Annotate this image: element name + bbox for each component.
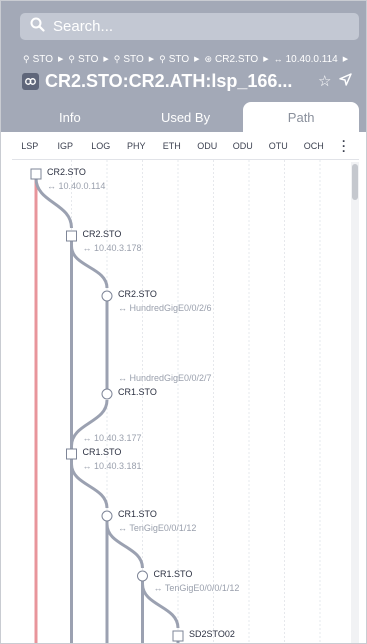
path-diagram — [30, 160, 321, 643]
location-pin-icon: ⚲ — [159, 53, 166, 64]
interface-node-circle[interactable] — [101, 388, 113, 400]
node-name: CR1.STO — [118, 509, 157, 519]
node-name: CR1.STO — [82, 447, 122, 457]
breadcrumb-label: CR2.STO — [215, 53, 259, 65]
device-node-square[interactable] — [172, 630, 184, 642]
breadcrumb-item[interactable]: ⚲ STO — [23, 54, 53, 65]
node-name: CR1.STO — [153, 569, 193, 579]
breadcrumb-label: STO — [32, 53, 53, 65]
path-panel: LSP IGP LOG PHY ETH ODU ODU OTU OCH · · · … — [12, 132, 359, 643]
tab-path[interactable]: Path — [243, 102, 360, 132]
tab-info[interactable]: Info — [12, 102, 128, 132]
favorite-star-icon[interactable]: ☆ — [318, 72, 331, 90]
device-node-square[interactable] — [66, 230, 77, 242]
search-input[interactable] — [53, 18, 343, 35]
breadcrumb-item[interactable]: ⚲ STO — [114, 54, 144, 65]
breadcrumb-item[interactable]: ⊛ CR2.STO — [205, 54, 259, 65]
scrollbar-thumb[interactable] — [352, 164, 358, 200]
chevron-right-icon: ▶ — [148, 56, 155, 63]
breadcrumb: ⚲ STO ▶ ⚲ STO ▶ ⚲ STO ▶ ⚲ STO ▶ ⊛ CR2.STO ▶ ↔ 10.40.0.11… — [23, 53, 353, 65]
path-view-window: ⚲STO▶⚲STO▶⚲STO▶⚲STO▶⊛CR2.STO▶↔10.40.0.11… — [0, 0, 367, 644]
title-row: CR2.STO:CR2.ATH:lsp_166... ☆ — [22, 69, 362, 93]
scrollbar[interactable] — [351, 162, 359, 643]
interface-node-circle[interactable] — [101, 510, 113, 522]
location-pin-icon: ⚲ — [23, 53, 30, 64]
page-title: CR2.STO:CR2.ATH:lsp_166... — [45, 70, 293, 91]
node-detail: ↔ TenGigE0/0/0/1/12 — [153, 583, 240, 593]
breadcrumb-label: STO — [123, 53, 144, 65]
header: ⚲STO▶⚲STO▶⚲STO▶⚲STO▶⊛CR2.STO▶↔10.40.0.11… — [1, 1, 366, 132]
location-pin-icon: ⚲ — [113, 53, 121, 64]
node-name: CR1.STO — [118, 387, 157, 397]
node-detail-above: ↔ 10.40.3.177 — [82, 433, 142, 443]
breadcrumb-label: STO — [77, 53, 99, 65]
node-detail: ↔ 10.40.3.181 — [82, 461, 142, 471]
chevron-right-icon: ▶ — [57, 56, 64, 63]
location-pin-icon: ⚲ — [68, 53, 75, 64]
router-icon: ⊛ — [204, 53, 213, 64]
chevron-right-icon: ▶ — [263, 56, 269, 63]
node-name: CR2.STO — [118, 289, 157, 299]
node-name: SD2STO02 — [189, 629, 235, 639]
node-detail: ↔ 10.40.3.178 — [82, 243, 142, 253]
tab-used-by[interactable]: Used By — [128, 102, 244, 132]
link-icon — [22, 72, 39, 90]
search-icon — [30, 17, 45, 37]
breadcrumb-label: STO — [168, 53, 190, 65]
device-node-square[interactable] — [66, 448, 77, 460]
breadcrumb-item[interactable]: ⚲ STO — [68, 54, 98, 65]
device-node-square[interactable] — [30, 168, 42, 180]
chevron-right-icon: ▶ — [103, 56, 109, 63]
node-detail: ↔ HundredGigE0/0/2/7 — [118, 373, 212, 383]
tab-bar: Info Used By Path — [12, 102, 360, 132]
breadcrumb-item[interactable]: ⚲ STO — [159, 54, 189, 65]
node-name: CR2.STO — [82, 229, 122, 239]
link-arrows-icon: ↔ — [273, 54, 283, 64]
node-detail: ↔ TenGigE0/0/1/12 — [118, 523, 197, 533]
interface-node-circle[interactable] — [137, 570, 148, 582]
interface-node-circle[interactable] — [101, 290, 113, 302]
node-detail: ↔ HundredGigE0/0/2/6 — [118, 303, 212, 313]
breadcrumb-label: 10.40.0.114 — [285, 53, 338, 65]
node-name: CR2.STO — [47, 167, 86, 177]
chevron-right-icon: ▶ — [194, 56, 200, 63]
node-detail: ↔ 10.40.0.114 — [47, 181, 106, 191]
search-bar[interactable] — [20, 13, 359, 40]
breadcrumb-item[interactable]: ↔ 10.40.0.114 — [274, 54, 338, 65]
navigate-arrow-icon[interactable] — [339, 72, 353, 90]
chevron-right-icon: ▶ — [342, 56, 349, 63]
